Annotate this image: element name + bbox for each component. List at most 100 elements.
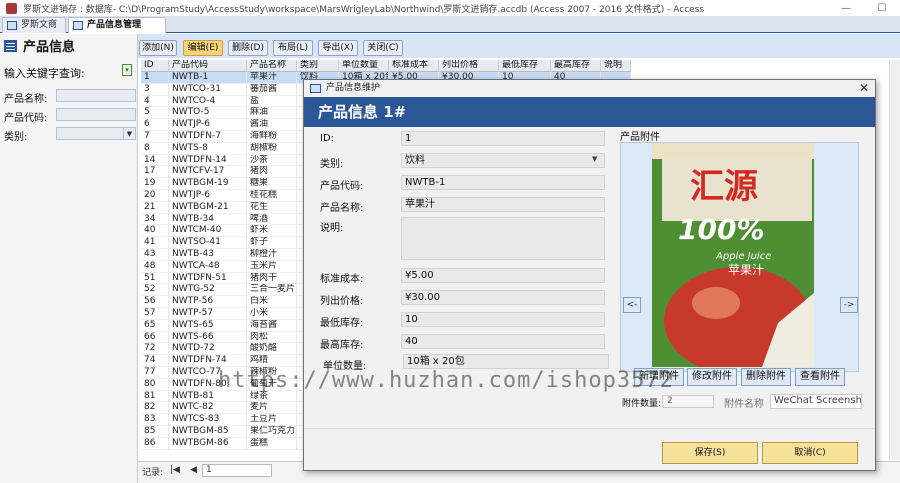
table-cell[interactable]: 猪肉 [247, 166, 297, 179]
table-cell[interactable]: 81 [141, 390, 169, 403]
table-cell[interactable]: NWTP-56 [169, 296, 247, 308]
table-cell[interactable]: 48 [141, 260, 169, 273]
filter-icon[interactable]: ▾ [122, 64, 132, 76]
unit-quantity-field[interactable]: 10箱 x 20包 [403, 354, 609, 369]
table-cell[interactable]: 34 [141, 213, 169, 226]
table-cell[interactable]: 83 [141, 414, 169, 426]
table-cell[interactable]: NWTD-72 [169, 343, 247, 356]
product-name-field[interactable]: 苹果汁 [401, 197, 605, 212]
table-cell[interactable]: 77 [141, 366, 169, 379]
table-cell[interactable]: NWTJP-6 [169, 119, 247, 131]
cancel-button[interactable]: 取消(C) [762, 442, 858, 464]
product-code-field[interactable]: NWTB-1 [401, 175, 605, 190]
table-cell[interactable]: 蛋糕 [247, 437, 297, 450]
table-cell[interactable]: 麦片 [247, 402, 297, 415]
max-stock-field[interactable]: 40 [401, 334, 605, 349]
edit-attachment-button[interactable]: 修改附件 [687, 368, 737, 386]
table-cell[interactable]: 40 [141, 225, 169, 238]
table-cell[interactable]: 苹果汁 [247, 72, 297, 84]
table-cell[interactable]: 糖果 [247, 178, 297, 190]
table-cell[interactable]: 19 [141, 178, 169, 190]
table-cell[interactable]: 5 [141, 107, 169, 120]
table-cell[interactable]: 三合一麦片 [247, 284, 297, 297]
table-cell[interactable]: 虾子 [247, 237, 297, 249]
table-cell[interactable]: NWTDFN-7 [169, 130, 247, 143]
category-select[interactable]: 饮料 [401, 153, 605, 168]
column-header[interactable]: 列出价格 [439, 60, 499, 72]
table-cell[interactable]: 1 [141, 72, 169, 84]
next-attachment-button[interactable]: -> [840, 297, 858, 313]
table-cell[interactable]: 82 [141, 402, 169, 415]
table-cell[interactable]: NWTCO-31 [169, 83, 247, 96]
tab-product-management[interactable]: 产品信息管理 [68, 17, 166, 33]
table-cell[interactable]: 20 [141, 189, 169, 202]
table-cell[interactable]: NWTB-34 [169, 213, 247, 226]
close-icon[interactable]: ✕ [859, 80, 869, 97]
table-cell[interactable]: 72 [141, 343, 169, 356]
table-cell[interactable]: NWTBGM-85 [169, 425, 247, 438]
delete-attachment-button[interactable]: 删除附件 [741, 368, 791, 386]
table-cell[interactable]: 51 [141, 272, 169, 285]
save-button[interactable]: 保存(S) [662, 442, 758, 464]
table-cell[interactable]: 6 [141, 119, 169, 131]
table-cell[interactable]: 海苔酱 [247, 319, 297, 332]
table-cell[interactable]: 65 [141, 319, 169, 332]
table-cell[interactable]: 胡椒粉 [247, 142, 297, 155]
view-attachment-button[interactable]: 查看附件 [795, 368, 845, 386]
table-cell[interactable]: 66 [141, 331, 169, 344]
table-cell[interactable]: 41 [141, 237, 169, 249]
table-cell[interactable]: 80 [141, 378, 169, 391]
product-photo[interactable]: 汇源 100% Apple Juice 苹果汁 [652, 143, 814, 367]
table-cell[interactable]: NWTB-1 [169, 72, 247, 84]
column-header[interactable]: 标准成本 [389, 60, 439, 72]
table-cell[interactable]: 7 [141, 130, 169, 143]
product-name-search-input[interactable] [56, 89, 136, 102]
table-cell[interactable]: NWTJP-6 [169, 189, 247, 202]
column-header[interactable]: 最低库存 [499, 60, 551, 72]
table-cell[interactable]: NWTCS-83 [169, 414, 247, 426]
column-header[interactable]: 产品代码 [169, 60, 247, 72]
table-cell[interactable]: 酱油 [247, 119, 297, 131]
table-cell[interactable]: 56 [141, 296, 169, 308]
table-cell[interactable]: 麻油 [247, 107, 297, 120]
table-cell[interactable]: 43 [141, 248, 169, 261]
column-header[interactable]: 说明 [601, 60, 631, 72]
table-cell[interactable]: NWTC-82 [169, 402, 247, 415]
delete-button[interactable]: 删除(D) [228, 40, 268, 56]
column-header[interactable]: 类别 [297, 60, 339, 72]
vertical-scrollbar[interactable] [889, 60, 900, 460]
column-header[interactable]: 最高库存 [551, 60, 601, 72]
min-stock-field[interactable]: 10 [401, 312, 605, 327]
table-cell[interactable]: NWTCO-4 [169, 95, 247, 108]
table-cell[interactable]: 21 [141, 201, 169, 214]
table-cell[interactable]: NWTBGM-19 [169, 178, 247, 190]
table-cell[interactable]: NWTCFV-17 [169, 166, 247, 179]
table-cell[interactable]: NWTP-57 [169, 307, 247, 320]
table-cell[interactable]: NWTS-65 [169, 319, 247, 332]
table-cell[interactable]: 酸奶酪 [247, 343, 297, 356]
chevron-down-icon[interactable]: ▼ [123, 128, 135, 140]
table-cell[interactable]: 52 [141, 284, 169, 297]
description-field[interactable] [401, 217, 605, 260]
table-cell[interactable]: 86 [141, 437, 169, 450]
table-cell[interactable]: 猪肉干 [247, 272, 297, 285]
table-cell[interactable]: 虾米 [247, 225, 297, 238]
table-cell[interactable]: 白米 [247, 296, 297, 308]
table-cell[interactable]: NWTB-43 [169, 248, 247, 261]
layout-button[interactable]: 布局(L) [273, 40, 313, 56]
table-cell[interactable]: 蕃茄酱 [247, 83, 297, 96]
table-cell[interactable]: NWTCM-40 [169, 225, 247, 238]
maximize-button[interactable]: ☐ [864, 3, 900, 14]
table-cell[interactable]: NWTDFN-14 [169, 154, 247, 167]
table-cell[interactable]: 鸡精 [247, 355, 297, 367]
table-cell[interactable]: 17 [141, 166, 169, 179]
table-cell[interactable]: 果仁巧克力 [247, 425, 297, 438]
table-cell[interactable]: 土豆片 [247, 414, 297, 426]
prev-record-button[interactable]: ◀ [190, 465, 197, 475]
table-cell[interactable]: 啤酒 [247, 213, 297, 226]
table-cell[interactable]: NWTBGM-21 [169, 201, 247, 214]
table-cell[interactable]: 小米 [247, 307, 297, 320]
table-cell[interactable]: 14 [141, 154, 169, 167]
table-cell[interactable]: NWTG-52 [169, 284, 247, 297]
chevron-down-icon[interactable]: ▼ [592, 155, 597, 163]
